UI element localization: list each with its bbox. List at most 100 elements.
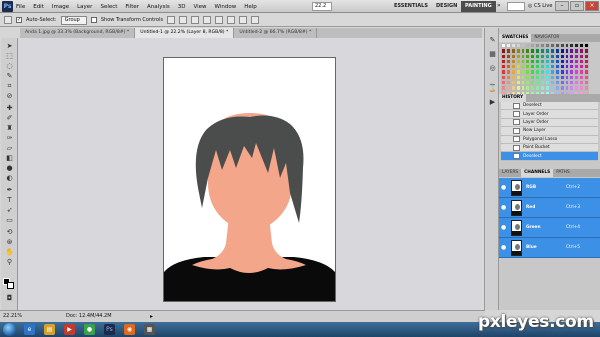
menu-layer[interactable]: Layer	[77, 4, 92, 10]
show-transform-checkbox[interactable]	[90, 17, 97, 23]
status-zoom[interactable]: 22.21%	[3, 311, 22, 322]
eye-icon[interactable]: ●	[501, 224, 509, 231]
3d-orbit-tool-icon[interactable]: ⊛	[5, 238, 14, 246]
swatch-grid[interactable]	[501, 43, 589, 96]
channel-row-green[interactable]: ● Green Ctrl+4	[499, 218, 600, 238]
workspace-painting-button[interactable]: PAINTING	[461, 1, 496, 12]
eye-icon[interactable]: ●	[501, 184, 509, 191]
paint-bucket-tool-icon[interactable]: ◧	[5, 154, 14, 162]
clone-stamp-tool-icon[interactable]: ♜	[5, 124, 14, 132]
move-tool-preset-icon[interactable]	[4, 16, 12, 24]
history-brush-tool-icon[interactable]: ✑	[5, 134, 14, 142]
tab-history[interactable]: HISTORY	[499, 94, 527, 102]
zoom-level-field[interactable]: 22.2	[312, 2, 332, 11]
menu-help[interactable]: Help	[244, 4, 257, 10]
photoshop-taskbar-icon[interactable]: Ps	[104, 324, 115, 335]
shape-tool-icon[interactable]: ▭	[5, 216, 14, 224]
auto-select-checkbox[interactable]: ✓	[16, 17, 22, 23]
tab-channels[interactable]: CHANNELS	[521, 169, 554, 177]
start-button[interactable]	[3, 323, 16, 336]
auto-select-dropdown[interactable]: Group	[60, 15, 87, 25]
menu-window[interactable]: Window	[215, 4, 237, 10]
tab-paths[interactable]: PATHS	[553, 169, 573, 177]
ie-icon[interactable]: e	[24, 324, 35, 335]
eye-icon[interactable]: ●	[501, 204, 509, 211]
zoom-tool-icon[interactable]: ⚲	[5, 258, 14, 266]
explorer-icon[interactable]: ▤	[44, 324, 55, 335]
maximize-button[interactable]: ▫	[570, 1, 584, 11]
3d-rotate-tool-icon[interactable]: ⟲	[5, 228, 14, 236]
distribute-icon[interactable]	[239, 16, 248, 24]
background-color-swatch[interactable]	[7, 282, 14, 289]
workspace-design-button[interactable]: DESIGN	[432, 1, 461, 12]
align-middle-icon[interactable]	[179, 16, 188, 24]
align-center-icon[interactable]	[215, 16, 224, 24]
auto-align-icon[interactable]	[251, 16, 260, 24]
dodge-tool-icon[interactable]: ◐	[5, 174, 14, 182]
channel-row-rgb[interactable]: ● RGB Ctrl+2	[499, 178, 600, 198]
healing-brush-tool-icon[interactable]: ✚	[5, 104, 14, 112]
path-selection-tool-icon[interactable]: ➶	[5, 206, 14, 214]
channel-row-red[interactable]: ● Red Ctrl+3	[499, 198, 600, 218]
align-bottom-icon[interactable]	[191, 16, 200, 24]
menu-image[interactable]: Image	[52, 4, 69, 10]
media-player-icon[interactable]: ▶	[64, 324, 75, 335]
more-workspaces-icon[interactable]: »	[497, 2, 501, 9]
tab-layers[interactable]: LAYERS	[499, 169, 521, 177]
blur-tool-icon[interactable]: ●	[5, 164, 14, 172]
menu-edit[interactable]: Edit	[33, 4, 44, 10]
menu-select[interactable]: Select	[100, 4, 117, 10]
history-item[interactable]: Paint Bucket	[501, 143, 598, 153]
eyedropper-tool-icon[interactable]: ⊘	[5, 92, 14, 100]
tab-anda[interactable]: Anda 1.jpg @ 33.3% (Background, RGB/8#) …	[20, 28, 136, 38]
menu-file[interactable]: File	[16, 4, 25, 10]
workspace-essentials-button[interactable]: ESSENTIALS	[390, 1, 432, 12]
menu-3d[interactable]: 3D	[178, 4, 186, 10]
align-top-icon[interactable]	[167, 16, 176, 24]
document-canvas[interactable]	[164, 58, 335, 301]
history-item[interactable]: New Layer	[501, 127, 598, 136]
align-left-icon[interactable]	[203, 16, 212, 24]
close-button[interactable]: ×	[585, 1, 599, 11]
actions-panel-icon[interactable]: ▶	[488, 98, 497, 107]
minimize-button[interactable]: –	[555, 1, 569, 11]
app-icon-2[interactable]: ▦	[144, 324, 155, 335]
history-item-selected[interactable]: Deselect	[501, 152, 598, 161]
crop-tool-icon[interactable]: ⌗	[5, 82, 14, 90]
hand-tool-icon[interactable]: ✋	[5, 248, 14, 256]
status-doc-size[interactable]: Doc: 12.4M/44.2M	[66, 311, 112, 322]
history-item[interactable]: Deselect	[501, 102, 598, 111]
quick-mask-icon[interactable]: ◘	[5, 294, 14, 302]
clone-source-icon[interactable]: ◎	[488, 64, 497, 73]
quick-select-tool-icon[interactable]: ✎	[5, 72, 14, 80]
firefox-icon[interactable]: ◉	[124, 324, 135, 335]
history-item[interactable]: Layer Order	[501, 110, 598, 119]
search-input[interactable]	[507, 2, 525, 11]
cs-live-button[interactable]: ◎ CS Live	[528, 0, 552, 13]
tab-swatches[interactable]: SWATCHES	[499, 34, 532, 42]
status-arrow-icon[interactable]: ▸	[150, 311, 153, 322]
type-tool-icon[interactable]: T	[5, 196, 14, 204]
eraser-tool-icon[interactable]: ▱	[5, 144, 14, 152]
move-tool-icon[interactable]: ➤	[5, 42, 14, 50]
brush-presets-icon[interactable]: ▦	[488, 50, 497, 59]
menu-analysis[interactable]: Analysis	[147, 4, 170, 10]
history-panel-icon[interactable]: ⌛	[488, 84, 497, 93]
marquee-tool-icon[interactable]: ⬚	[5, 52, 14, 60]
brush-tool-icon[interactable]: ✐	[5, 114, 14, 122]
app-icon[interactable]: ●	[84, 324, 95, 335]
lasso-tool-icon[interactable]: ◌	[5, 62, 14, 70]
menu-filter[interactable]: Filter	[125, 4, 139, 10]
menu-bar: Ps File Edit Image Layer Select Filter A…	[0, 0, 600, 13]
tab-untitled-2[interactable]: Untitled-2 @ 66.7% (RGB/8#) *	[234, 28, 318, 38]
tab-untitled-1[interactable]: Untitled-1 @ 22.2% (Layer 8, RGB/8) *	[135, 28, 235, 38]
history-item[interactable]: Layer Order	[501, 118, 598, 128]
align-right-icon[interactable]	[227, 16, 236, 24]
tab-navigator[interactable]: NAVIGATOR	[531, 34, 562, 42]
brushes-panel-icon[interactable]: ✎	[488, 36, 497, 45]
eye-icon[interactable]: ●	[501, 244, 509, 251]
menu-view[interactable]: View	[193, 4, 206, 10]
pen-tool-icon[interactable]: ✒	[5, 186, 14, 194]
channel-row-blue[interactable]: ● Blue Ctrl+5	[499, 238, 600, 258]
history-item[interactable]: Polygonal Lasso	[501, 135, 598, 144]
